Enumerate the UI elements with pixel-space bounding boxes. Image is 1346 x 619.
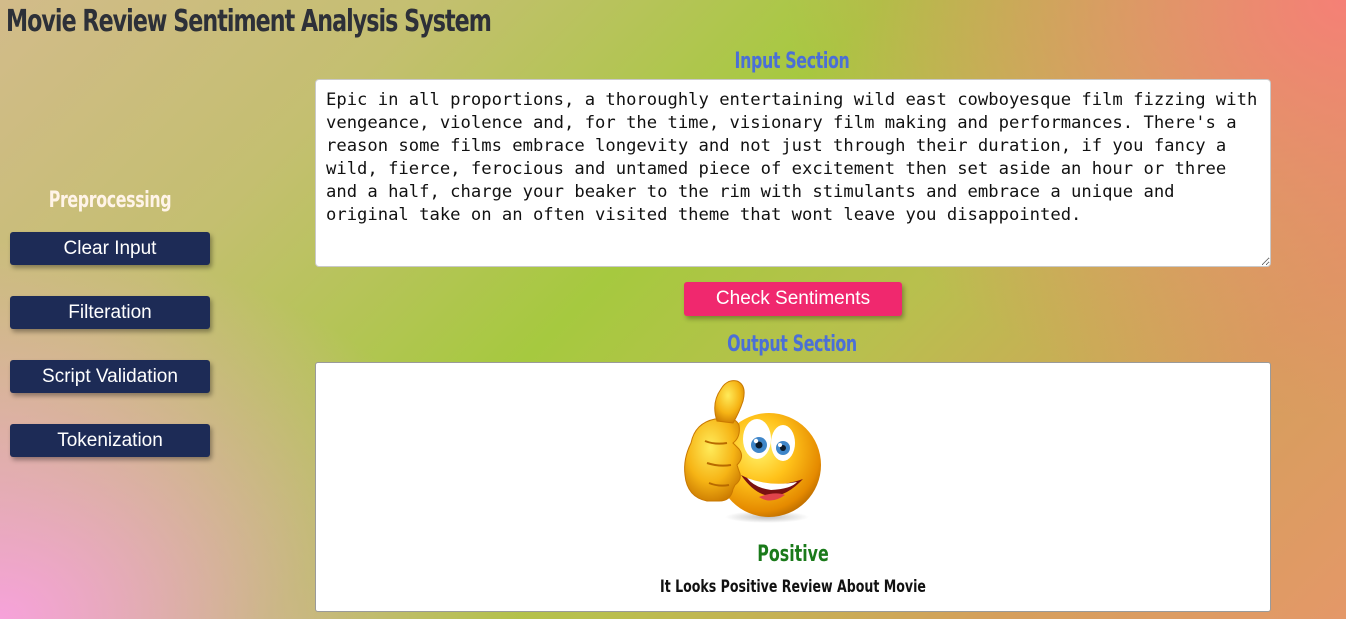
script-validation-button[interactable]: Script Validation — [10, 360, 210, 393]
sentiment-result-label: Positive — [757, 542, 829, 567]
check-sentiments-button[interactable]: Check Sentiments — [684, 282, 902, 316]
input-section-heading: Input Section — [734, 49, 850, 74]
tokenization-button[interactable]: Tokenization — [10, 424, 210, 457]
preprocessing-heading: Preprocessing — [48, 188, 172, 213]
filteration-button[interactable]: Filteration — [10, 296, 210, 329]
review-input[interactable] — [315, 79, 1271, 267]
output-panel: Positive It Looks Positive Review About … — [315, 362, 1271, 612]
app-title: Movie Review Sentiment Analysis System — [6, 4, 492, 39]
output-section-heading: Output Section — [727, 332, 857, 357]
clear-input-button[interactable]: Clear Input — [10, 232, 210, 265]
thumbs-up-emoji-icon — [684, 380, 821, 523]
sentiment-result-message: It Looks Positive Review About Movie — [660, 577, 926, 597]
